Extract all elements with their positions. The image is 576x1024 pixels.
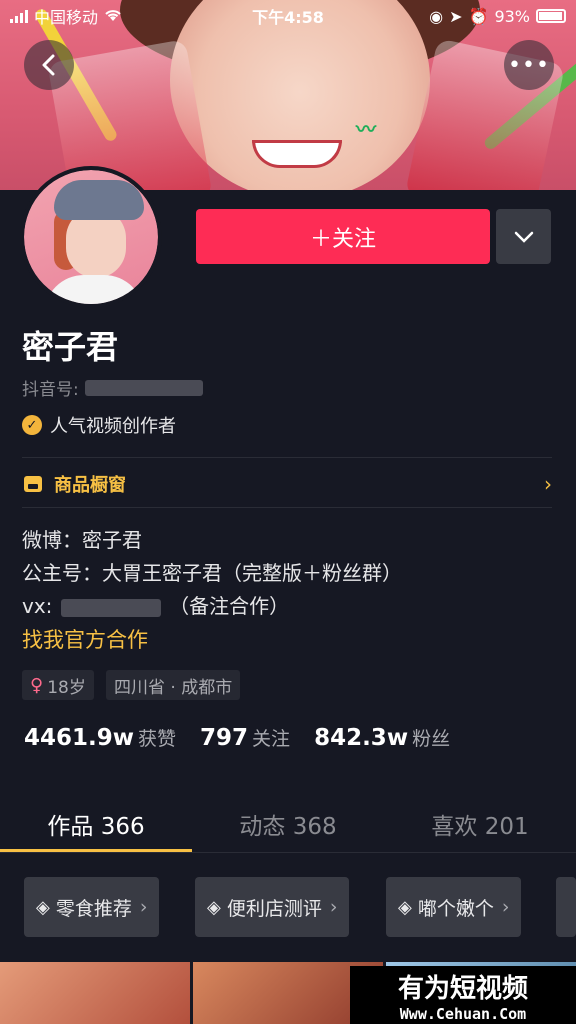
layers-icon: ◈	[36, 896, 50, 918]
collection-label: 零食推荐	[55, 897, 132, 920]
recommend-dropdown-button[interactable]	[496, 209, 551, 264]
divider	[22, 507, 552, 508]
douyin-id: 抖音号:	[22, 375, 203, 400]
bio-gongzhuhao: 公主号：大胃王密子君（完整版＋粉丝群）	[22, 561, 402, 585]
avatar[interactable]	[20, 166, 162, 308]
following-label: 关注	[252, 728, 291, 750]
video-thumbnail[interactable]	[0, 962, 190, 1024]
layers-icon: ◈	[398, 896, 412, 918]
profile-tabs: 作品 366 动态 368 喜欢 201	[0, 796, 576, 852]
chevron-down-icon	[514, 231, 533, 243]
stats-row: 4461.9w 获赞 797 关注 842.3w 粉丝	[24, 724, 450, 751]
watermark-url: Www.Cehuan.Com	[399, 1004, 527, 1023]
product-showcase-row[interactable]: 商品橱窗 ›	[22, 468, 552, 500]
follow-button[interactable]: ＋关注	[196, 209, 490, 264]
more-dots-icon: •••	[508, 52, 550, 78]
following-stat[interactable]: 797 关注	[200, 724, 290, 751]
followers-count: 842.3w	[314, 725, 409, 751]
layers-icon: ◈	[207, 896, 221, 918]
following-count: 797	[200, 725, 249, 751]
back-button[interactable]	[24, 40, 74, 90]
douyin-id-label: 抖音号:	[22, 380, 79, 400]
creator-badge-label: 人气视频创作者	[50, 416, 176, 437]
bio-vx-prefix: vx:	[22, 594, 53, 618]
tab-likes[interactable]: 喜欢 201	[384, 796, 576, 852]
location-tag: 四川省 · 成都市	[106, 670, 241, 700]
chevron-right-icon: ›	[139, 896, 148, 918]
douyin-id-blurred	[84, 379, 203, 396]
profile-name: 密子君	[22, 328, 119, 366]
watermark-title: 有为短视频	[397, 973, 528, 1004]
clock: 下午4:58	[252, 8, 324, 27]
collection-label: 便利店测评	[226, 897, 322, 920]
creator-badge[interactable]: ✓ 人气视频创作者	[22, 412, 176, 438]
age-label: 18岁	[47, 677, 86, 698]
collection-more[interactable]	[556, 877, 576, 937]
divider	[0, 852, 576, 853]
verified-check-icon: ✓	[22, 415, 42, 435]
followers-stat[interactable]: 842.3w 粉丝	[314, 724, 450, 751]
bio-vx-suffix: （备注合作）	[169, 594, 290, 618]
bio-weibo: 微博：密子君	[22, 528, 142, 552]
collection-label: 嘟个嫩个	[417, 897, 494, 920]
collection-convenience-store[interactable]: ◈ 便利店测评 ›	[195, 877, 350, 937]
watermark: 有为短视频 Www.Cehuan.Com	[350, 966, 576, 1024]
bio-vx: vx: （备注合作）	[22, 590, 289, 619]
collection-third[interactable]: ◈ 嘟个嫩个 ›	[386, 877, 522, 937]
age-tag: ♀ 18岁	[22, 670, 94, 700]
shop-label: 商品橱窗	[54, 475, 126, 496]
more-button[interactable]: •••	[504, 40, 554, 90]
battery-icon	[536, 9, 566, 23]
chevron-right-icon: ›	[544, 472, 552, 496]
followers-label: 粉丝	[412, 728, 451, 750]
likes-stat[interactable]: 4461.9w 获赞	[24, 724, 176, 751]
vx-blurred	[60, 598, 161, 617]
tab-dynamics[interactable]: 动态 368	[192, 796, 384, 852]
official-cooperation-link[interactable]: 找我官方合作	[22, 624, 148, 654]
divider	[22, 457, 552, 458]
collection-snacks[interactable]: ◈ 零食推荐 ›	[24, 877, 160, 937]
back-arrow-icon	[42, 54, 55, 76]
chevron-right-icon: ›	[501, 896, 510, 918]
tab-works[interactable]: 作品 366	[0, 796, 192, 852]
shop-icon	[22, 474, 44, 494]
chevron-right-icon: ›	[329, 896, 338, 918]
likes-label: 获赞	[138, 728, 177, 750]
likes-count: 4461.9w	[24, 725, 135, 751]
female-icon: ♀	[30, 674, 44, 696]
status-bar: 中国移动 下午4:58 ◉ ➤ ⏰ 93%	[0, 0, 576, 32]
